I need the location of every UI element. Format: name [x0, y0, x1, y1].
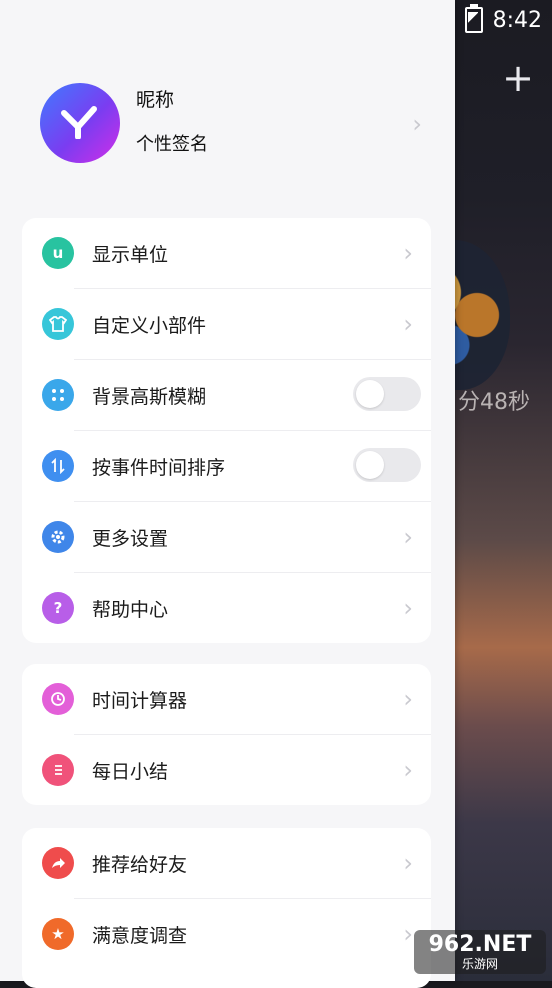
sort-icon: [42, 450, 74, 482]
app-logo-icon: [61, 106, 97, 139]
menu-item-daily-summary[interactable]: 每日小结 ›: [42, 734, 431, 805]
background-blur-toggle[interactable]: [353, 377, 421, 411]
chevron-right-icon: ›: [403, 523, 413, 551]
gear-icon: [42, 521, 74, 553]
star-icon: ★: [42, 918, 74, 950]
menu-item-label: 背景高斯模糊: [92, 385, 207, 408]
tools-card: 时间计算器 › 每日小结 ›: [22, 664, 431, 805]
list-icon: [42, 754, 74, 786]
menu-item-label: 时间计算器: [92, 689, 188, 712]
chevron-right-icon: ›: [403, 594, 413, 622]
share-icon: [42, 847, 74, 879]
battery-icon: [464, 4, 483, 33]
menu-item-display-unit[interactable]: u 显示单位 ›: [22, 218, 431, 288]
menu-item-time-calculator[interactable]: 时间计算器 ›: [22, 664, 431, 734]
watermark-subtext: 乐游网: [461, 957, 498, 971]
question-icon: ?: [42, 592, 74, 624]
clock-icon: [42, 683, 74, 715]
menu-item-label: 满意度调查: [92, 924, 188, 947]
menu-item-sort-by-time[interactable]: 按事件时间排序: [42, 430, 431, 501]
signature: 个性签名: [136, 133, 208, 155]
chevron-right-icon: ›: [403, 239, 413, 267]
menu-item-help-center[interactable]: ? 帮助中心 ›: [42, 572, 431, 643]
menu-item-survey[interactable]: ★ 满意度调查 ›: [42, 898, 431, 969]
unit-icon: u: [42, 237, 74, 269]
chevron-right-icon: ›: [403, 756, 413, 784]
plus-icon[interactable]: +: [500, 59, 536, 97]
menu-item-label: 推荐给好友: [92, 853, 188, 876]
avatar[interactable]: [40, 83, 120, 163]
settings-card: u 显示单位 › 自定义小部件 › 背景高斯模糊 按事件时间排序 更多设置 › …: [22, 218, 431, 643]
menu-item-more-settings[interactable]: 更多设置 ›: [42, 501, 431, 572]
chevron-right-icon: ›: [403, 310, 413, 338]
watermark-text: 962.NET: [428, 932, 532, 957]
navigation-drawer: 昵称 个性签名 › u 显示单位 › 自定义小部件 › 背景高斯模糊 按事件时间…: [0, 0, 455, 988]
menu-item-label: 显示单位: [92, 243, 169, 266]
chevron-right-icon: ›: [403, 849, 413, 877]
status-time: 8:42: [492, 7, 542, 33]
profile-section[interactable]: 昵称 个性签名 ›: [40, 82, 430, 164]
menu-item-background-blur[interactable]: 背景高斯模糊: [42, 359, 431, 430]
menu-item-label: 帮助中心: [92, 598, 169, 621]
shirt-icon: [42, 308, 74, 340]
menu-item-label: 按事件时间排序: [92, 456, 226, 479]
dots-icon: [42, 379, 74, 411]
watermark-logo: 962.NET 乐游网: [414, 930, 546, 974]
menu-item-label: 每日小结: [92, 760, 169, 783]
menu-item-custom-widget[interactable]: 自定义小部件 ›: [42, 288, 431, 359]
share-card: 推荐给好友 › ★ 满意度调查 ›: [22, 828, 431, 988]
sort-by-time-toggle[interactable]: [353, 448, 421, 482]
chevron-right-icon: ›: [412, 110, 422, 138]
menu-item-recommend[interactable]: 推荐给好友 ›: [22, 828, 431, 898]
menu-item-label: 自定义小部件: [92, 314, 207, 337]
status-bar: 8:42: [464, 4, 542, 34]
menu-item-label: 更多设置: [92, 527, 169, 550]
background-timer-text: 分48秒: [458, 390, 530, 415]
chevron-right-icon: ›: [403, 685, 413, 713]
nickname: 昵称: [136, 88, 175, 111]
chevron-right-icon: ›: [403, 920, 413, 948]
